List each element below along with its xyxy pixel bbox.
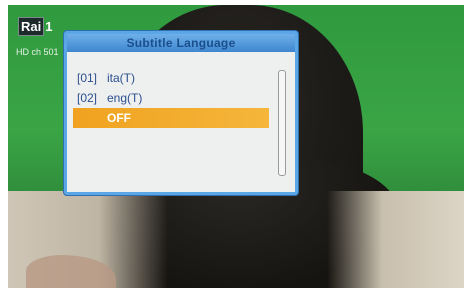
channel-info: HD ch 501	[16, 47, 59, 57]
channel-logo-text: Rai	[18, 17, 45, 36]
dialog-scrollbar[interactable]	[278, 70, 286, 176]
channel-logo-number: 1	[45, 19, 53, 34]
language-item-label: eng(T)	[107, 91, 143, 105]
language-item-index: [02]	[77, 91, 98, 105]
channel-logo: Rai 1	[18, 17, 52, 36]
subtitle-language-dialog: Subtitle Language [01] ita(T) [02] eng(T…	[64, 31, 298, 195]
language-item-label: ita(T)	[107, 71, 135, 85]
language-item-eng[interactable]: [02] eng(T)	[73, 88, 269, 108]
language-list: [01] ita(T) [02] eng(T) OFF	[73, 68, 269, 128]
language-item-off-selected[interactable]: OFF	[73, 108, 269, 128]
language-item-index: [01]	[77, 71, 98, 85]
language-item-ita[interactable]: [01] ita(T)	[73, 68, 269, 88]
dialog-title: Subtitle Language	[67, 34, 295, 52]
tv-screen: Rai 1 HD ch 501 Subtitle Language [01] i…	[8, 5, 464, 288]
language-item-label: OFF	[107, 111, 131, 125]
